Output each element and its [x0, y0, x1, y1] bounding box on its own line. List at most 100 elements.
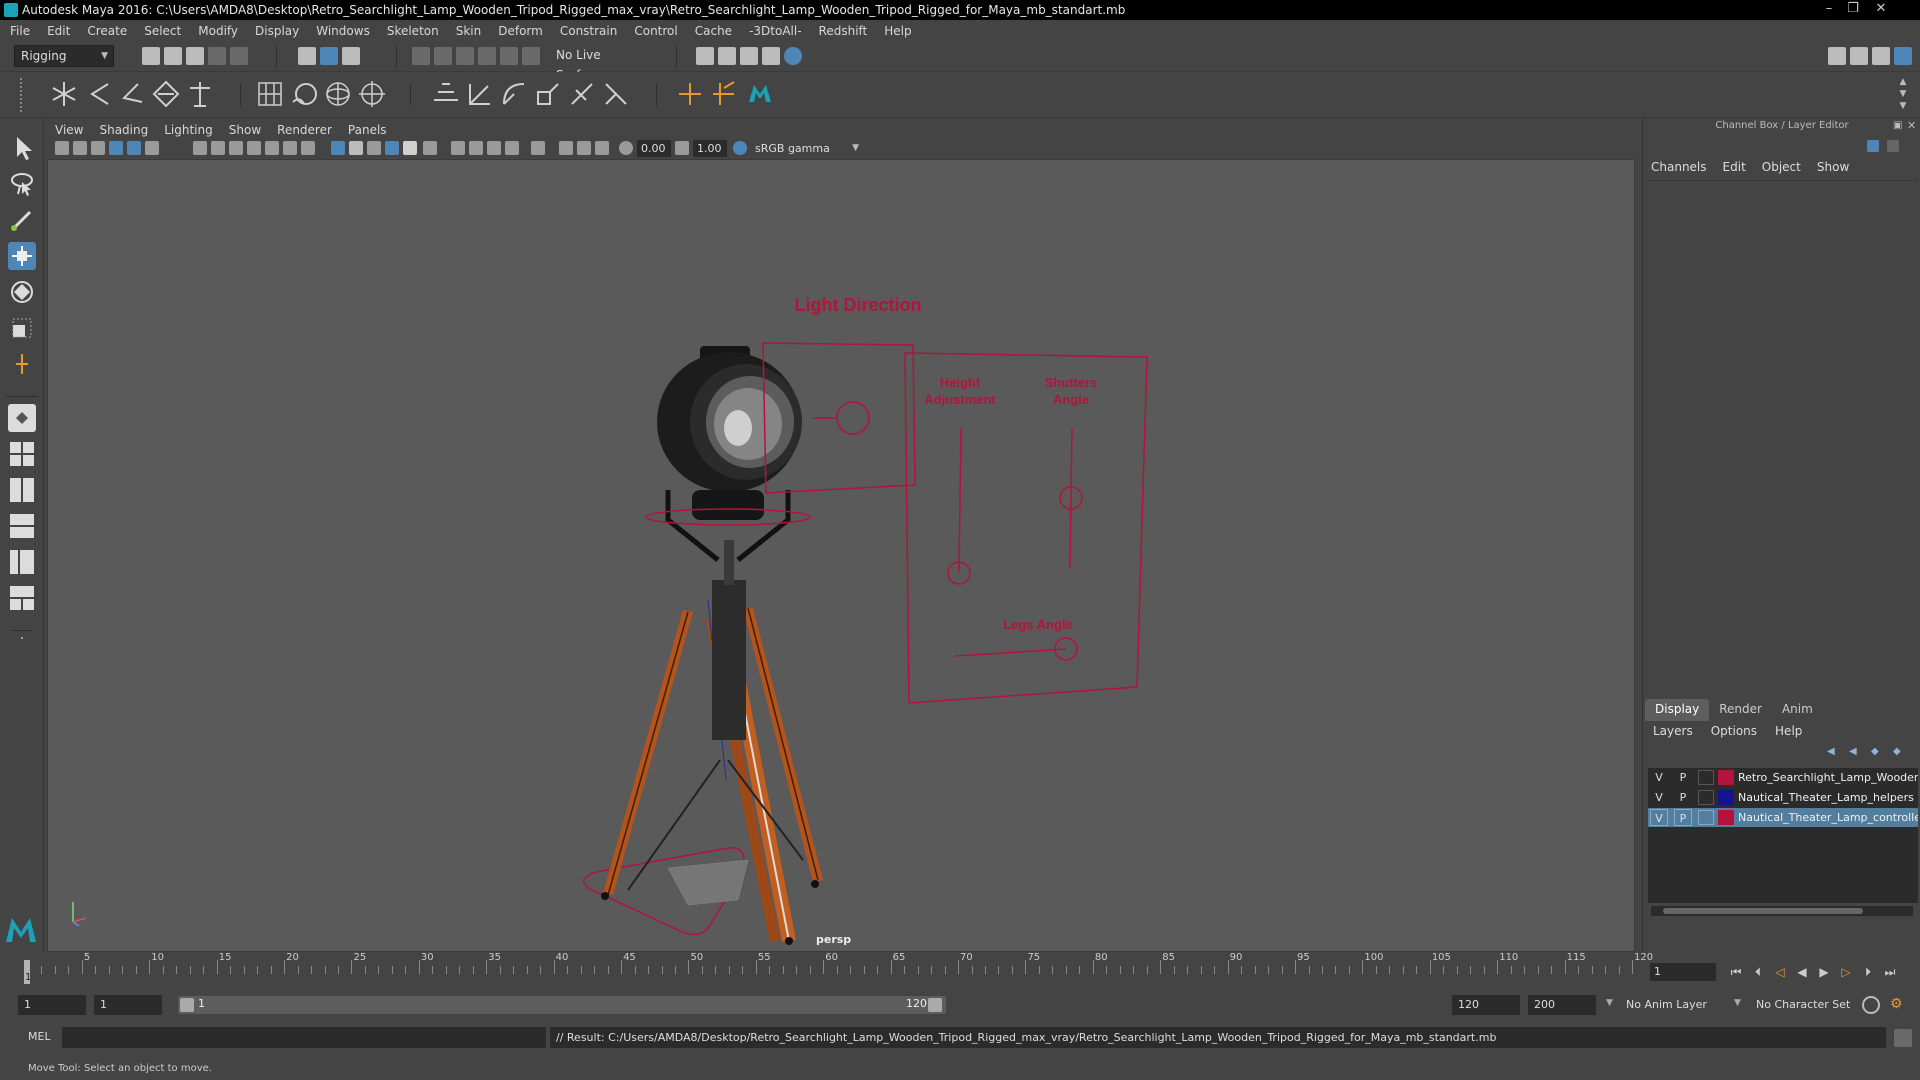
script-editor-icon[interactable] — [1894, 1029, 1912, 1047]
range-end-handle[interactable] — [928, 998, 942, 1012]
snap-surface-icon[interactable] — [500, 47, 518, 65]
new-scene-icon[interactable] — [142, 47, 160, 65]
gate-mask-icon[interactable] — [247, 141, 261, 155]
snap-point-icon[interactable] — [456, 47, 474, 65]
animation-start-field[interactable]: 1 — [18, 995, 86, 1015]
snap-grid-icon[interactable] — [412, 47, 430, 65]
menu-constrain[interactable]: Constrain — [560, 24, 618, 38]
tab-anim[interactable]: Anim — [1772, 699, 1823, 721]
xray-icon[interactable] — [559, 141, 573, 155]
chevron-down-icon[interactable]: ▼ — [1734, 998, 1741, 1008]
anim-layer-dropdown[interactable]: No Anim Layer — [1620, 995, 1740, 1015]
last-tool-icon[interactable] — [8, 350, 36, 378]
menu-file[interactable]: File — [10, 24, 30, 38]
layer-visibility-toggle[interactable]: V — [1650, 769, 1668, 786]
view-transform-dropdown[interactable]: sRGB gamma ▼ — [751, 140, 863, 157]
layer-playback-toggle[interactable]: P — [1674, 789, 1692, 806]
two-view-stacked-layout-icon[interactable] — [8, 512, 36, 540]
field-chart-icon[interactable] — [265, 141, 279, 155]
layer-color-swatch[interactable] — [1718, 810, 1734, 825]
lattice-icon[interactable] — [256, 80, 284, 108]
layer-playback-toggle[interactable]: P — [1674, 809, 1692, 826]
cb-menu-channels[interactable]: Channels — [1651, 160, 1707, 174]
render-settings-icon[interactable] — [762, 47, 780, 65]
time-slider[interactable]: 5 10 15 20 25 30 35 40 45 50 55 60 65 70 75 80 85 90 95 100… — [20, 952, 1653, 986]
layer-row[interactable]: V P Nautical_Theater_Lamp_helpers — [1648, 788, 1918, 807]
bookmark-icon[interactable] — [91, 141, 105, 155]
menu-edit[interactable]: Edit — [47, 24, 70, 38]
exposure-field[interactable]: 0.00 — [637, 140, 671, 157]
depth-of-field-icon[interactable] — [505, 141, 519, 155]
ik-handle-icon[interactable] — [84, 80, 112, 108]
close-panel-icon[interactable]: ✕ — [1907, 119, 1916, 132]
aim-constraint-icon[interactable] — [568, 80, 596, 108]
command-input[interactable] — [62, 1027, 546, 1048]
layer-color-swatch[interactable] — [1718, 770, 1734, 785]
le-menu-options[interactable]: Options — [1711, 724, 1757, 738]
maximize-button[interactable]: ❐ — [1842, 2, 1864, 17]
screen-space-ao-icon[interactable] — [451, 141, 465, 155]
3dtoall-icon[interactable] — [746, 80, 774, 108]
layer-visibility-toggle[interactable]: V — [1650, 809, 1668, 826]
xray-active-icon[interactable] — [577, 141, 591, 155]
panel-menu-panels[interactable]: Panels — [348, 123, 387, 137]
orient-constraint-icon[interactable] — [500, 80, 528, 108]
layer-playback-toggle[interactable]: P — [1674, 769, 1692, 786]
modeling-toolkit-icon[interactable] — [1828, 47, 1846, 65]
use-all-lights-icon[interactable] — [403, 141, 417, 155]
panel-menu-shading[interactable]: Shading — [99, 123, 148, 137]
anti-aliasing-icon[interactable] — [487, 141, 501, 155]
script-language-label[interactable]: MEL — [28, 1030, 51, 1043]
close-button[interactable]: ✕ — [1870, 2, 1892, 17]
playback-end-field[interactable]: 120 — [1452, 995, 1520, 1015]
shelf-scroll-arrows[interactable]: ▲ ▼ ▼ — [1896, 76, 1910, 114]
menu-modify[interactable]: Modify — [198, 24, 238, 38]
animation-preferences-icon[interactable]: ⚙ — [1890, 996, 1908, 1014]
tab-display[interactable]: Display — [1645, 699, 1710, 721]
resolution-gate-icon[interactable] — [229, 141, 243, 155]
layer-color-swatch[interactable] — [1718, 790, 1734, 805]
menuset-dropdown[interactable]: Rigging ▼ — [14, 45, 114, 67]
gamma-field[interactable]: 1.00 — [693, 140, 727, 157]
smooth-shade-icon[interactable] — [349, 141, 363, 155]
menu-skeleton[interactable]: Skeleton — [387, 24, 439, 38]
move-layer-down-icon[interactable]: ◀ — [1849, 746, 1865, 758]
two-view-side-layout-icon[interactable] — [8, 476, 36, 504]
searchlight-lamp-head[interactable] — [657, 346, 802, 562]
locator-icon[interactable] — [676, 80, 704, 108]
color-management-icon[interactable] — [733, 141, 747, 155]
wireframe-icon[interactable] — [331, 141, 345, 155]
range-start-handle[interactable] — [180, 998, 194, 1012]
scale-tool-icon[interactable] — [8, 314, 36, 342]
menu-create[interactable]: Create — [87, 24, 127, 38]
new-layer-selected-icon[interactable]: ◆ — [1893, 746, 1909, 758]
menu-cache[interactable]: Cache — [695, 24, 732, 38]
panel-menu-lighting[interactable]: Lighting — [164, 123, 213, 137]
go-to-end-icon[interactable]: ⏭ — [1882, 964, 1898, 980]
hypershade-icon[interactable] — [784, 47, 802, 65]
tab-render[interactable]: Render — [1709, 699, 1772, 721]
grease-pencil-icon[interactable] — [145, 141, 159, 155]
textured-icon[interactable] — [385, 141, 399, 155]
snap-curve-icon[interactable] — [434, 47, 452, 65]
menu-3dtoall[interactable]: -3DtoAll- — [749, 24, 801, 38]
cb-menu-object[interactable]: Object — [1762, 160, 1801, 174]
layer-display-type[interactable] — [1698, 770, 1714, 785]
magnet-icon[interactable] — [522, 47, 540, 65]
default-material-icon[interactable] — [367, 141, 381, 155]
select-camera-icon[interactable] — [55, 141, 69, 155]
outliner-layout-icon[interactable] — [8, 548, 36, 576]
select-hierarchy-icon[interactable] — [298, 47, 316, 65]
parent-constraint-icon[interactable] — [432, 80, 460, 108]
cb-menu-edit[interactable]: Edit — [1723, 160, 1746, 174]
joint-tool-icon[interactable] — [50, 80, 78, 108]
auto-key-icon[interactable] — [1862, 996, 1880, 1014]
perspective-viewport[interactable]: Light Direction Height Adjustment Shutte… — [47, 159, 1635, 952]
graph-layout-icon[interactable] — [8, 584, 36, 612]
exposure-icon[interactable] — [619, 141, 633, 155]
step-forward-frame-icon[interactable]: ▷ — [1838, 964, 1854, 980]
move-layer-up-icon[interactable]: ◀ — [1827, 746, 1843, 758]
menu-deform[interactable]: Deform — [498, 24, 543, 38]
menu-select[interactable]: Select — [144, 24, 181, 38]
paint-weights-icon[interactable] — [186, 80, 214, 108]
